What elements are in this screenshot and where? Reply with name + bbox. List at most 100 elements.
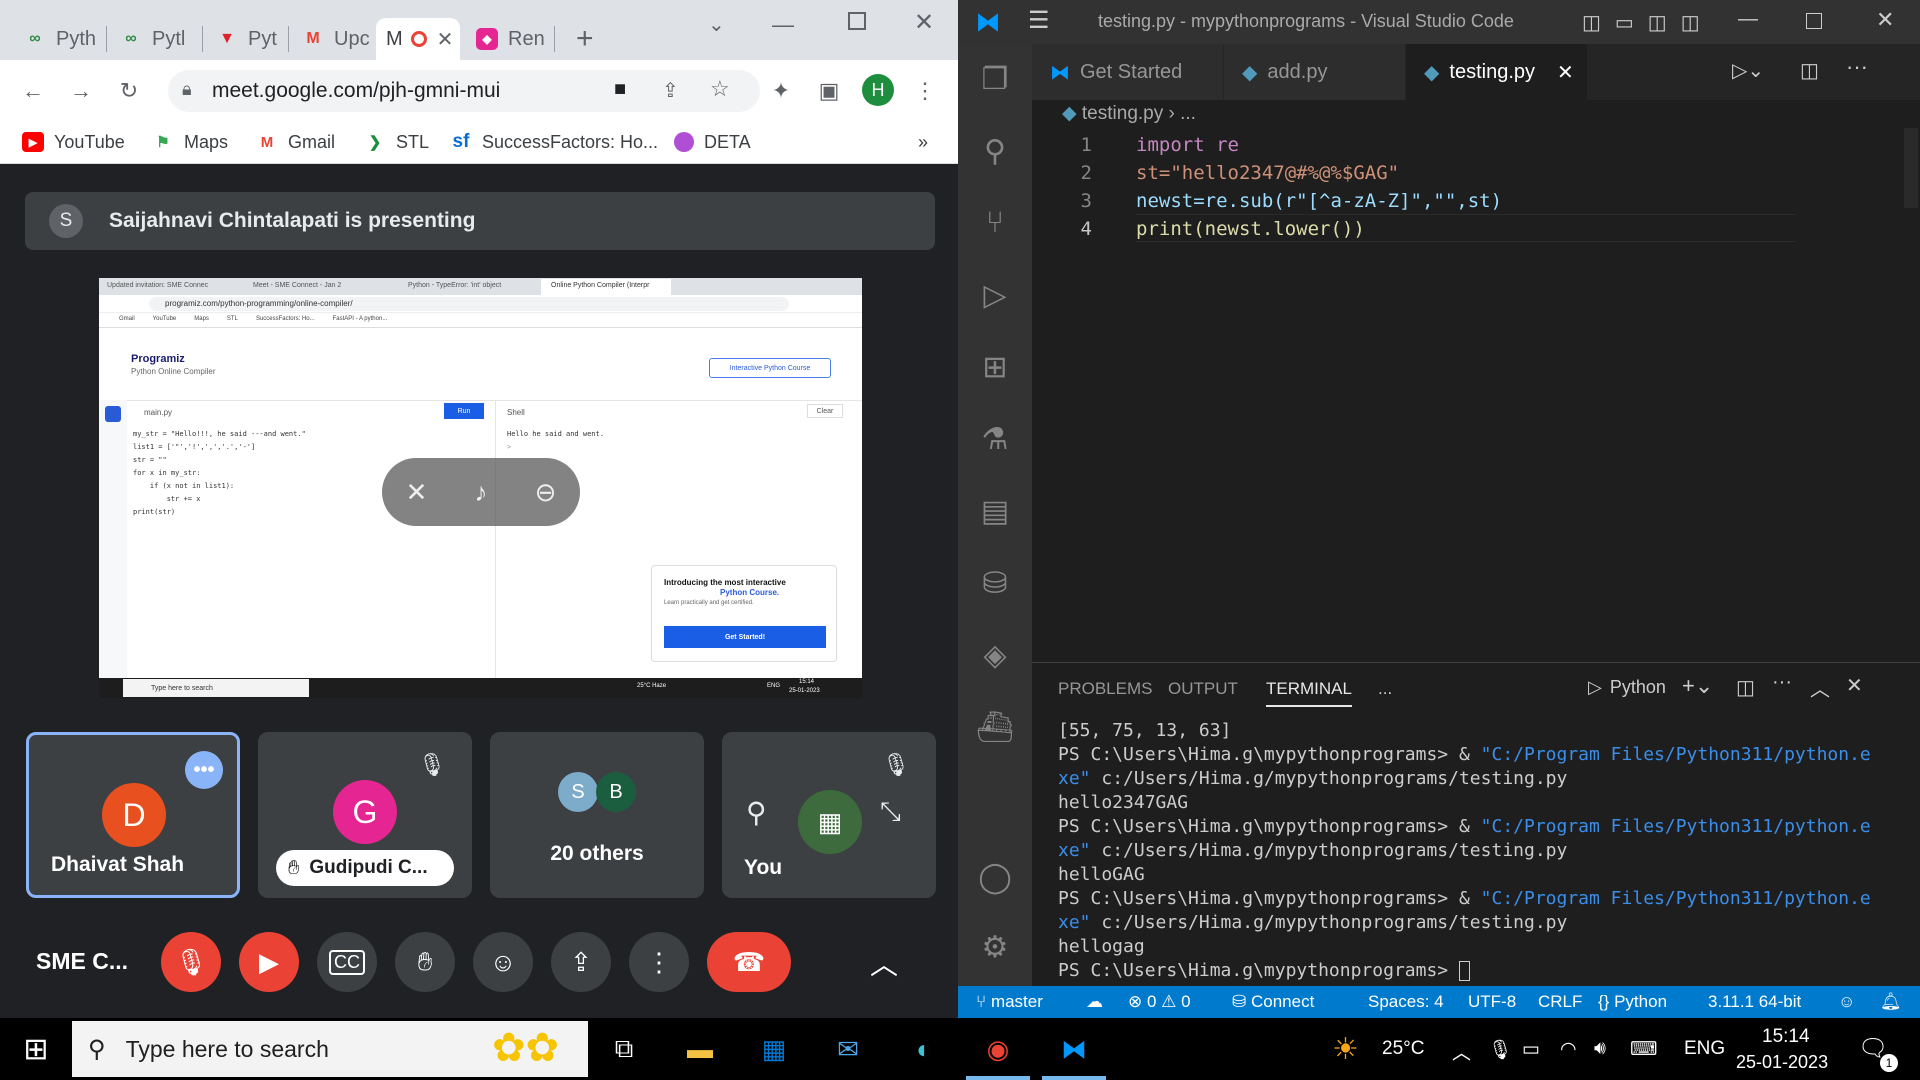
task-view-icon[interactable]: ⧉: [602, 1027, 646, 1071]
close-panel-icon[interactable]: ✕: [1846, 673, 1863, 698]
participant-tile-others[interactable]: S B 20 others: [490, 732, 704, 898]
layout-toggle-icons[interactable]: ◫▭◫◫: [1582, 10, 1714, 35]
bookmark-successfactors[interactable]: sf SuccessFactors: Ho...: [450, 128, 659, 156]
pin-icon[interactable]: ⚲: [746, 796, 767, 829]
battery-icon[interactable]: ▭: [1522, 1038, 1540, 1061]
leave-call-button[interactable]: ☎: [707, 932, 791, 992]
terminal-more-icon[interactable]: ···: [1772, 671, 1792, 694]
accounts-icon[interactable]: ◯: [976, 858, 1014, 896]
show-hidden-icons-icon[interactable]: ︿: [1452, 1038, 1471, 1065]
address-bar[interactable]: 🔒︎ meet.google.com/pjh-gmni-mui ■ ⇪ ☆: [168, 70, 760, 112]
eol-indicator[interactable]: CRLF: [1538, 992, 1582, 1012]
notifications-bell-icon[interactable]: 🔔︎: [1880, 992, 1902, 1012]
volume-icon[interactable]: 🔊︎: [1594, 1038, 1606, 1060]
minimize-tile-icon[interactable]: ⤡: [880, 796, 901, 828]
back-icon[interactable]: ←: [20, 78, 46, 104]
wifi-icon[interactable]: ◠: [1560, 1038, 1577, 1061]
chrome-taskbar-icon[interactable]: ◉: [976, 1027, 1020, 1071]
bookmark-deta[interactable]: DETA: [674, 128, 751, 156]
more-options-button[interactable]: ⋮: [629, 932, 689, 992]
testing-icon[interactable]: ⚗: [976, 420, 1014, 458]
editor-scrollbar[interactable]: [1904, 128, 1918, 208]
bookmark-maps[interactable]: ⚑ Maps: [152, 128, 228, 156]
side-panel-icon[interactable]: ▣: [816, 78, 842, 104]
source-control-icon[interactable]: ⑂: [976, 204, 1014, 242]
clock-time[interactable]: 15:14: [1762, 1026, 1810, 1048]
terminal-output[interactable]: [55, 75, 13, 63] PS C:\Users\Hima.g\mypyt…: [1058, 719, 1908, 983]
close-tab-icon[interactable]: ✕: [1557, 60, 1574, 85]
tab-search-icon[interactable]: ⌄: [708, 12, 725, 37]
tab-geeksforgeeks-2[interactable]: ∞ Pytl: [110, 18, 200, 60]
tab-meet-active[interactable]: M ✕: [376, 18, 460, 60]
menu-icon[interactable]: ⋮: [912, 78, 938, 104]
search-icon[interactable]: ⚲: [976, 132, 1014, 170]
close-window-icon[interactable]: ✕: [1876, 7, 1894, 33]
present-button[interactable]: ⇪: [551, 932, 611, 992]
bookmark-youtube[interactable]: ▶ YouTube: [22, 128, 125, 156]
captions-button[interactable]: CC: [317, 932, 377, 992]
docker-icon[interactable]: ⛴: [976, 708, 1014, 746]
file-explorer-icon[interactable]: ▬: [678, 1027, 722, 1071]
reactions-button[interactable]: ☺: [473, 932, 533, 992]
menu-icon[interactable]: ☰: [1028, 6, 1050, 35]
run-file-icon[interactable]: ▷⌄: [1732, 58, 1764, 83]
extensions-icon[interactable]: ⊞: [976, 348, 1014, 386]
reload-icon[interactable]: ↻: [116, 78, 142, 104]
split-editor-icon[interactable]: ◫: [1800, 58, 1819, 83]
chevron-up-icon[interactable]: ︿: [870, 943, 898, 983]
keyboard-icon[interactable]: ⌨: [1630, 1038, 1657, 1061]
profile-avatar[interactable]: H: [862, 74, 894, 106]
tab-terminal[interactable]: TERMINAL: [1266, 679, 1352, 707]
new-tab-icon[interactable]: +: [576, 22, 594, 56]
extensions-icon[interactable]: ✦: [768, 78, 794, 104]
participant-tile-you[interactable]: ⚲ ▦ ⤡ 🎙︎ You: [722, 732, 936, 898]
bookmarks-overflow-icon[interactable]: »: [918, 128, 928, 156]
layers-icon[interactable]: ◈: [976, 636, 1014, 674]
run-debug-icon[interactable]: ▷: [976, 276, 1014, 314]
tab-add-py[interactable]: ◆ add.py: [1224, 44, 1406, 100]
tab-problems[interactable]: PROBLEMS: [1058, 679, 1152, 699]
tab-output[interactable]: OUTPUT: [1168, 679, 1238, 699]
tab-geeksforgeeks-1[interactable]: ∞ Pyth: [14, 18, 104, 60]
camera-icon[interactable]: ■: [614, 78, 626, 101]
edge-icon[interactable]: ◐: [902, 1027, 946, 1071]
maximize-panel-icon[interactable]: ︿: [1810, 673, 1830, 702]
minimize-icon[interactable]: —: [772, 12, 794, 38]
temperature[interactable]: 25°C: [1382, 1038, 1424, 1060]
feedback-icon[interactable]: ☺: [1838, 992, 1855, 1012]
weather-icon[interactable]: ☀: [1332, 1032, 1359, 1067]
language-indicator[interactable]: {} Python: [1598, 992, 1667, 1012]
vscode-taskbar-icon[interactable]: ⧓: [1052, 1027, 1096, 1071]
explorer-icon[interactable]: ❐: [976, 60, 1014, 98]
maximize-icon[interactable]: [848, 12, 866, 30]
indentation-indicator[interactable]: Spaces: 4: [1368, 992, 1444, 1012]
settings-gear-icon[interactable]: ⚙: [976, 928, 1014, 966]
tab-get-started[interactable]: ⧓ Get Started: [1032, 44, 1224, 100]
interpreter-indicator[interactable]: 3.11.1 64-bit: [1708, 992, 1801, 1012]
participant-tile-dhaivat[interactable]: D ••• Dhaivat Shah: [26, 732, 240, 898]
clock-date[interactable]: 25-01-2023: [1736, 1052, 1828, 1073]
forward-icon[interactable]: →: [68, 78, 94, 104]
tab-vivaldi[interactable]: ▼ Pyt: [206, 18, 286, 60]
raise-hand-button[interactable]: ✋︎: [395, 932, 455, 992]
more-options-icon[interactable]: •••: [185, 751, 223, 789]
taskbar-search[interactable]: ⚲ Type here to search ✿✿: [72, 1021, 588, 1077]
new-terminal-icon[interactable]: +⌄: [1682, 673, 1713, 699]
minimize-icon[interactable]: —: [1738, 8, 1758, 31]
database-icon[interactable]: ⛁: [976, 564, 1014, 602]
problems-indicator[interactable]: ⊗ 0 ⚠ 0: [1128, 992, 1191, 1012]
windows-start-icon[interactable]: ⊞: [14, 1027, 58, 1071]
participant-tile-gudipudi[interactable]: G 🎙︎ ✋︎ Gudipudi C...: [258, 732, 472, 898]
remote-explorer-icon[interactable]: ▤: [976, 492, 1014, 530]
connect-indicator[interactable]: ⛁ Connect: [1232, 992, 1314, 1012]
close-tab-icon[interactable]: ✕: [437, 27, 454, 52]
close-window-icon[interactable]: ✕: [914, 8, 934, 37]
branch-indicator[interactable]: ⑂ master: [976, 992, 1043, 1012]
split-terminal-icon[interactable]: ◫: [1736, 675, 1755, 700]
more-actions-icon[interactable]: ···: [1846, 54, 1868, 80]
bookmark-stl[interactable]: ❯ STL: [364, 128, 429, 156]
mail-icon[interactable]: ✉: [826, 1027, 870, 1071]
terminal-selector[interactable]: ▷ Python: [1588, 677, 1666, 698]
encoding-indicator[interactable]: UTF-8: [1468, 992, 1516, 1012]
camera-toggle-button[interactable]: ▶: [239, 932, 299, 992]
